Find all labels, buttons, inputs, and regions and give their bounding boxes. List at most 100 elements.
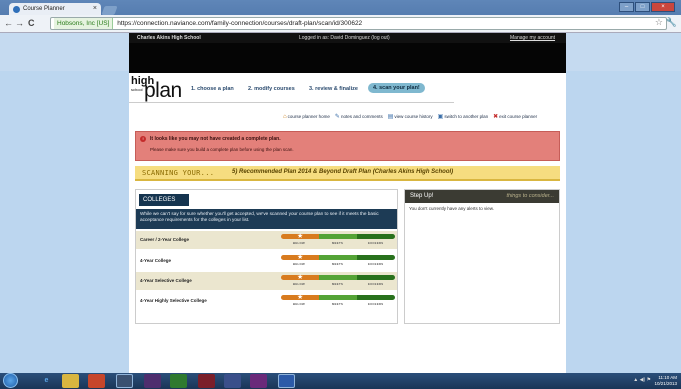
- college-type-label: 4-Year Selective College: [140, 278, 192, 283]
- scanned-plan-name: 5) Recommended Plan 2014 & Beyond Draft …: [232, 169, 454, 175]
- site-header-bar: Charles Akins High School Logged in as: …: [129, 33, 566, 43]
- view-course-history-link[interactable]: ▤ view course history: [388, 113, 433, 120]
- tab-title: Course Planner: [23, 6, 65, 12]
- scale-below: BELOW: [293, 302, 305, 306]
- scale-exceeds: EXCEEDS: [368, 302, 384, 306]
- switch-plan-link[interactable]: ▣ switch to another plan: [438, 113, 488, 120]
- step-scan-plan[interactable]: 4. scan your plan!: [368, 83, 425, 93]
- scale-exceeds: EXCEEDS: [368, 262, 384, 266]
- scanning-label: SCANNING YOUR...: [142, 169, 215, 177]
- app-icon-violet[interactable]: [250, 374, 267, 388]
- meter-exceeds-segment: [357, 275, 395, 280]
- app-icon-blue[interactable]: [224, 374, 241, 388]
- alert-title: It looks like you may not have created a…: [150, 136, 281, 142]
- header-band: [129, 43, 566, 73]
- app-icon-red[interactable]: [198, 374, 215, 388]
- util-link-label: exit course planner: [499, 114, 538, 119]
- incomplete-plan-alert: ! It looks like you may not have created…: [135, 131, 560, 161]
- notes-icon: ✎: [334, 114, 340, 120]
- star-marker-icon: ★: [297, 274, 304, 281]
- college-row: 4-Year Selective College ★ BELOW MEETS E…: [136, 272, 397, 290]
- colleges-panel: COLLEGES While we can't say for sure whe…: [135, 189, 398, 324]
- manage-account-link[interactable]: Manage my account: [510, 33, 555, 43]
- scale-below: BELOW: [293, 262, 305, 266]
- app-icon-purple[interactable]: [144, 374, 161, 388]
- bookmark-star-icon[interactable]: ☆: [655, 17, 663, 28]
- windows-taskbar: e ▲ ◀) ⚑ 11:10 AM 10/21/2013: [0, 373, 681, 389]
- alert-body: Please make sure you build a complete pl…: [150, 147, 294, 152]
- college-row: Career / 2-Year College ★ BELOW MEETS EX…: [136, 231, 397, 249]
- meter-exceeds-segment: [357, 234, 395, 239]
- scale-meets: MEETS: [332, 302, 344, 306]
- forward-button[interactable]: →: [15, 18, 24, 28]
- meter-meets-segment: [319, 234, 357, 239]
- window-controls: – □ ×: [619, 2, 675, 12]
- util-link-label: course planner home: [287, 114, 330, 119]
- scale-exceeds: EXCEEDS: [368, 241, 384, 245]
- chrome-icon[interactable]: [116, 374, 133, 388]
- explorer-icon[interactable]: [62, 374, 79, 388]
- tab-close-icon[interactable]: ×: [93, 5, 97, 12]
- right-margin: [566, 71, 681, 373]
- ie-icon[interactable]: e: [38, 374, 55, 388]
- util-link-label: switch to another plan: [444, 114, 489, 119]
- url-text: https://connection.naviance.com/family-c…: [117, 20, 363, 27]
- utility-links: ⌂ course planner home ✎ notes and commen…: [283, 113, 537, 121]
- app-icon-green[interactable]: [170, 374, 187, 388]
- step-choose-plan[interactable]: 1. choose a plan: [191, 86, 234, 92]
- star-marker-icon: ★: [297, 233, 304, 240]
- step-up-subtitle: things to consider...: [506, 193, 555, 199]
- scanning-bar: SCANNING YOUR... 5) Recommended Plan 201…: [135, 166, 560, 181]
- notes-comments-link[interactable]: ✎ notes and comments: [335, 113, 383, 120]
- exit-icon: ✖: [493, 114, 499, 120]
- warning-icon: !: [140, 136, 146, 142]
- scale-meets: MEETS: [332, 262, 344, 266]
- scale-below: BELOW: [293, 282, 305, 286]
- college-type-label: Career / 2-Year College: [140, 237, 190, 242]
- scale-exceeds: EXCEEDS: [368, 282, 384, 286]
- scale-below: BELOW: [293, 241, 305, 245]
- exit-course-planner-link[interactable]: ✖ exit course planner: [493, 113, 537, 120]
- meter-meets-segment: [319, 255, 357, 260]
- colleges-description: While we can't say for sure whether you'…: [136, 209, 397, 229]
- plan-header: high school plan 1. choose a plan 2. mod…: [129, 73, 454, 103]
- college-row: 4-Year College ★ BELOW MEETS EXCEEDS: [136, 252, 397, 270]
- step-up-header: Step Up! things to consider...: [405, 190, 559, 203]
- colleges-tab[interactable]: COLLEGES: [139, 194, 189, 206]
- reload-button[interactable]: C: [28, 18, 35, 28]
- new-tab-button[interactable]: [101, 6, 118, 15]
- step-up-title: Step Up!: [410, 193, 434, 199]
- acceptance-meter: ★ BELOW MEETS EXCEEDS: [281, 254, 395, 267]
- meter-meets-segment: [319, 295, 357, 300]
- step-up-panel: Step Up! things to consider... You don't…: [404, 189, 560, 324]
- star-marker-icon: ★: [297, 254, 304, 261]
- step-up-message: You don't currently have any alerts to v…: [409, 206, 494, 211]
- star-marker-icon: ★: [297, 294, 304, 301]
- acceptance-meter: ★ BELOW MEETS EXCEEDS: [281, 233, 395, 246]
- start-button[interactable]: [3, 373, 18, 388]
- step-review-finalize[interactable]: 3. review & finalize: [309, 86, 358, 92]
- address-bar[interactable]: Hobsons, Inc [US] https://connection.nav…: [50, 17, 667, 30]
- minimize-button[interactable]: –: [619, 2, 634, 12]
- system-tray[interactable]: ▲ ◀) ⚑: [633, 377, 651, 383]
- acceptance-meter: ★ BELOW MEETS EXCEEDS: [281, 274, 395, 287]
- clock-date: 10/21/2013: [654, 381, 677, 386]
- wrench-icon[interactable]: 🔧: [666, 17, 677, 28]
- home-icon: ⌂: [283, 113, 287, 120]
- meter-meets-segment: [319, 275, 357, 280]
- app-icon-word[interactable]: [278, 374, 295, 388]
- secure-badge[interactable]: Hobsons, Inc [US]: [54, 18, 114, 29]
- util-link-label: view course history: [394, 114, 433, 119]
- meter-exceeds-segment: [357, 295, 395, 300]
- media-player-icon[interactable]: [88, 374, 105, 388]
- close-window-button[interactable]: ×: [651, 2, 675, 12]
- util-link-label: notes and comments: [340, 114, 383, 119]
- meter-exceeds-segment: [357, 255, 395, 260]
- maximize-button[interactable]: □: [635, 2, 650, 12]
- logged-in-status[interactable]: Logged in as: David Dominguez (log out): [299, 33, 390, 43]
- back-button[interactable]: ←: [4, 18, 13, 28]
- step-modify-courses[interactable]: 2. modify courses: [248, 86, 295, 92]
- taskbar-clock[interactable]: 11:10 AM 10/21/2013: [654, 375, 677, 387]
- course-planner-home-link[interactable]: ⌂ course planner home: [283, 113, 330, 120]
- college-type-label: 4-Year College: [140, 258, 172, 263]
